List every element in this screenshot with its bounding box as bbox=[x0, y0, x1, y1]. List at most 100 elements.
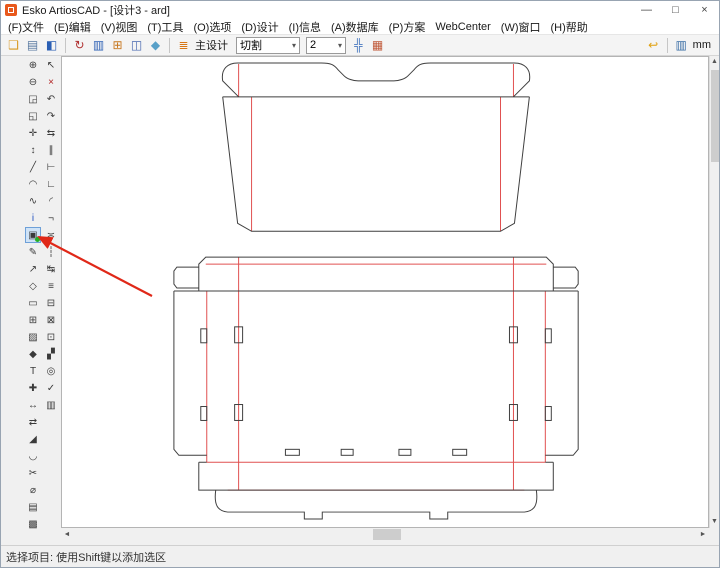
intersect-tool-icon: ⊠ bbox=[47, 315, 55, 326]
curve-tool[interactable]: ∿ bbox=[25, 193, 41, 209]
trim-tool[interactable]: ⊢ bbox=[43, 159, 59, 175]
text-tool[interactable]: T bbox=[25, 363, 41, 379]
rebuild-icon[interactable]: ↻ bbox=[71, 37, 88, 54]
line-type-combo-value: 切割 bbox=[240, 37, 262, 53]
fillet-tool[interactable]: ◡ bbox=[25, 448, 41, 464]
main-design-icon[interactable]: ≣ bbox=[175, 37, 192, 54]
pattern-tool[interactable]: ▩ bbox=[25, 516, 41, 532]
move-tool[interactable]: ↔ bbox=[25, 397, 41, 413]
drawing-canvas[interactable] bbox=[61, 56, 709, 528]
rotate-ccw-tool[interactable]: ↶ bbox=[43, 91, 59, 107]
catalog-icon[interactable]: ⊞ bbox=[109, 37, 126, 54]
status-bar: 选择项目: 使用Shift键以添加选区 bbox=[1, 545, 719, 567]
perforation-tool[interactable]: ┆ bbox=[43, 244, 59, 260]
menu-item-database[interactable]: (A)数据库 bbox=[326, 19, 384, 35]
dimension-tool[interactable]: ↹ bbox=[43, 261, 59, 277]
delete-tool[interactable]: × bbox=[43, 74, 59, 90]
close-button[interactable]: × bbox=[690, 1, 719, 19]
bridge-tool-icon: ≍ bbox=[47, 230, 55, 241]
menu-item-design[interactable]: (D)设计 bbox=[236, 19, 283, 35]
scroll-up-button[interactable]: ▲ bbox=[710, 56, 719, 68]
workspace: ⊕⊖◲◱✛↕╱◠∿i▣ ✎ ↗◇▭⊞▨ ◆ T ✚↔⇄◢◡ ✂ ⌀▤▩ ↖×↶↷⇆∥ ⊢ ∟◜¬ ≍… bbox=[1, 56, 719, 545]
cut-tool[interactable]: ✂ bbox=[25, 465, 41, 481]
check-tool[interactable]: ✓ bbox=[43, 380, 59, 396]
pointage-combo[interactable]: 2▾ bbox=[306, 37, 346, 54]
circle-tool[interactable]: ⌀ bbox=[25, 482, 41, 498]
menu-item-window[interactable]: (W)窗口 bbox=[496, 19, 546, 35]
workspace-panel-icon[interactable]: ▥ bbox=[673, 37, 690, 54]
arc-tool[interactable]: ◠ bbox=[25, 176, 41, 192]
menu-item-view[interactable]: (V)视图 bbox=[96, 19, 143, 35]
text-tool-icon: T bbox=[30, 366, 36, 377]
scroll-right-button[interactable]: ► bbox=[697, 531, 709, 538]
node-tool[interactable]: ✚ bbox=[25, 380, 41, 396]
subtract-tool[interactable]: ⊟ bbox=[43, 295, 59, 311]
union-tool[interactable]: ⊡ bbox=[43, 329, 59, 345]
layout-tool[interactable]: ▤ bbox=[25, 499, 41, 515]
layers-tool[interactable]: ▥ bbox=[43, 397, 59, 413]
annotation-tool[interactable]: ✎ bbox=[25, 244, 41, 260]
round-corner-tool[interactable]: ◜ bbox=[43, 193, 59, 209]
intersect-tool[interactable]: ⊠ bbox=[43, 312, 59, 328]
horizontal-scrollbar[interactable]: ◄ ► bbox=[61, 528, 709, 541]
maximize-button[interactable]: □ bbox=[661, 1, 690, 19]
symbol-icon[interactable]: ◫ bbox=[128, 37, 145, 54]
zoom-out-tool[interactable]: ⊖ bbox=[25, 74, 41, 90]
fill-tool-icon: ◆ bbox=[29, 349, 37, 360]
corner-tool[interactable]: ∟ bbox=[43, 176, 59, 192]
h-scroll-thumb[interactable] bbox=[373, 529, 401, 540]
target-tool-icon: ◎ bbox=[47, 366, 56, 377]
zoom-in-tool[interactable]: ⊕ bbox=[25, 57, 41, 73]
trim-tool-icon: ⊢ bbox=[47, 162, 56, 173]
zoom-window-tool[interactable]: ◲ bbox=[25, 91, 41, 107]
menu-item-file[interactable]: (F)文件 bbox=[3, 19, 49, 35]
vertical-scrollbar[interactable]: ▲ ▼ bbox=[709, 56, 719, 528]
rotate-cw-tool[interactable]: ↷ bbox=[43, 108, 59, 124]
menu-item-help[interactable]: (H)帮助 bbox=[546, 19, 593, 35]
offset-tool[interactable]: ∥ bbox=[43, 142, 59, 158]
select-tool[interactable]: ↖ bbox=[43, 57, 59, 73]
scroll-down-button[interactable]: ▼ bbox=[710, 516, 719, 528]
selected-tool[interactable]: ▣ bbox=[25, 227, 41, 243]
align-tool[interactable]: ≡ bbox=[43, 278, 59, 294]
snap-grid-icon[interactable]: ╬ bbox=[350, 37, 367, 54]
scroll-left-button[interactable]: ◄ bbox=[61, 531, 73, 538]
table-view-icon[interactable]: ▦ bbox=[369, 37, 386, 54]
annotation-tool-icon: ✎ bbox=[29, 247, 37, 258]
zoom-previous-tool[interactable]: ◱ bbox=[25, 108, 41, 124]
fill-tool[interactable]: ◆ bbox=[25, 346, 41, 362]
h-scroll-track[interactable] bbox=[73, 528, 697, 541]
mirror-tool[interactable]: ⇆ bbox=[43, 125, 59, 141]
info-tool[interactable]: i bbox=[25, 210, 41, 226]
cube-icon[interactable]: ◆ bbox=[147, 37, 164, 54]
line-tool[interactable]: ╱ bbox=[25, 159, 41, 175]
slot-tool[interactable]: ▞ bbox=[43, 346, 59, 362]
target-tool[interactable]: ◎ bbox=[43, 363, 59, 379]
open-file-icon[interactable]: ❑ bbox=[5, 37, 22, 54]
scroll-tool[interactable]: ↕ bbox=[25, 142, 41, 158]
menu-item-tools[interactable]: (T)工具 bbox=[142, 19, 188, 35]
pan-tool[interactable]: ✛ bbox=[25, 125, 41, 141]
notch-tool[interactable]: ¬ bbox=[43, 210, 59, 226]
polygon-tool[interactable]: ◇ bbox=[25, 278, 41, 294]
bevel-tool[interactable]: ◢ bbox=[25, 431, 41, 447]
rectangle-tool[interactable]: ▭ bbox=[25, 295, 41, 311]
hatch-tool[interactable]: ▨ bbox=[25, 329, 41, 345]
save-icon[interactable]: ◧ bbox=[43, 37, 60, 54]
menu-item-edit[interactable]: (E)编辑 bbox=[49, 19, 96, 35]
menu-item-info[interactable]: (I)信息 bbox=[284, 19, 326, 35]
grid-tool[interactable]: ⊞ bbox=[25, 312, 41, 328]
bridge-tool[interactable]: ≍ bbox=[43, 227, 59, 243]
arrow-tool[interactable]: ↗ bbox=[25, 261, 41, 277]
stretch-tool[interactable]: ⇄ bbox=[25, 414, 41, 430]
database-icon[interactable]: ▥ bbox=[90, 37, 107, 54]
v-scroll-thumb[interactable] bbox=[711, 70, 719, 162]
line-type-combo[interactable]: 切割▾ bbox=[236, 37, 300, 54]
minimize-button[interactable]: — bbox=[632, 1, 661, 19]
print-icon[interactable]: ▤ bbox=[24, 37, 41, 54]
cut-tool-icon: ✂ bbox=[29, 468, 37, 479]
menu-item-project[interactable]: (P)方案 bbox=[384, 19, 431, 35]
menu-item-options[interactable]: (O)选项 bbox=[188, 19, 236, 35]
menu-item-webcenter[interactable]: WebCenter bbox=[430, 21, 495, 33]
back-arrow-icon[interactable]: ↩ bbox=[645, 37, 662, 54]
